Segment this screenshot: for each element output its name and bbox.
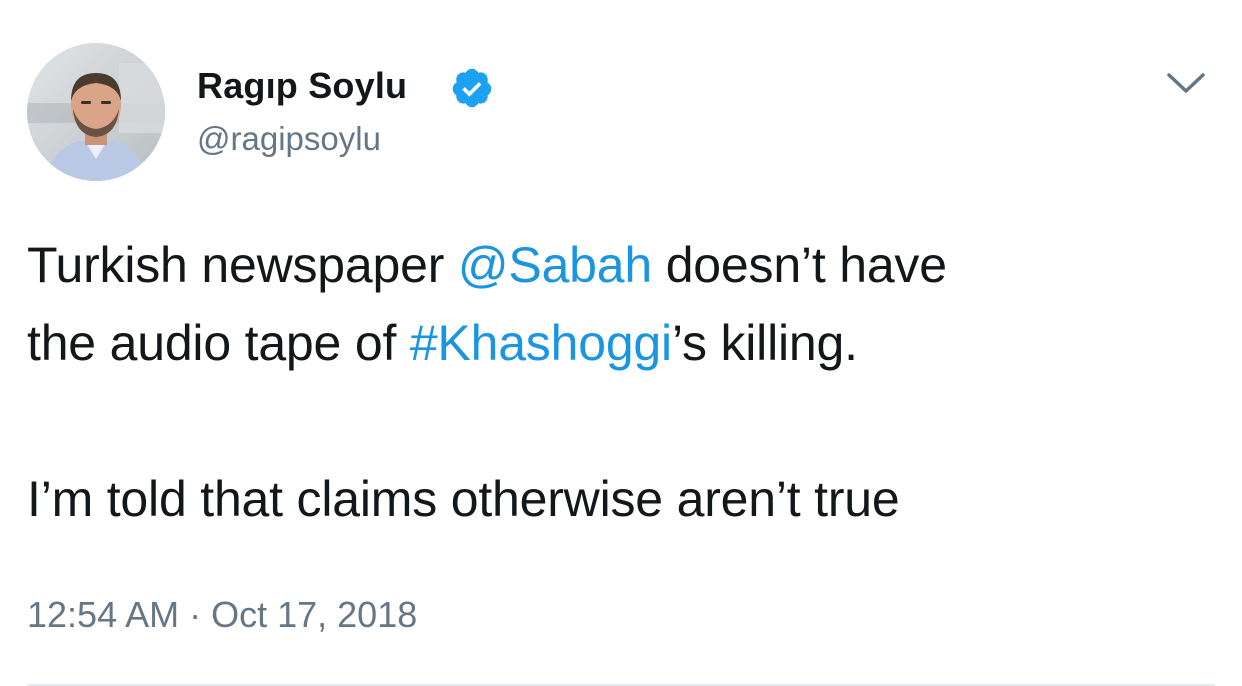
tweet-text-line: the audio tape of #Khashoggi’s killing. [27,304,1217,382]
tweet-text: Turkish newspaper @Sabah doesn’t have th… [27,226,1217,538]
text-segment: ’s killing. [671,315,858,371]
tweet-text-line: I’m told that claims otherwise aren’t tr… [27,471,900,527]
tweet-card: Ragıp Soylu @ragipsoylu Turkish newspape… [0,0,1242,686]
author-display-name[interactable]: Ragıp Soylu [197,64,407,108]
paragraph-break [27,382,1217,460]
tweet-time: 12:54 AM [27,594,180,635]
hashtag-link[interactable]: #Khashoggi [410,315,672,371]
text-segment: doesn’t have [652,237,947,293]
author-handle[interactable]: @ragipsoylu [197,118,381,160]
text-segment: the audio tape of [27,315,410,371]
chevron-down-icon[interactable] [1163,66,1209,100]
verified-badge-icon [452,68,492,108]
avatar[interactable] [27,43,165,181]
tweet-text-line: Turkish newspaper @Sabah doesn’t have [27,226,1217,304]
tweet-date: Oct 17, 2018 [211,594,418,635]
mention-link[interactable]: @Sabah [458,237,652,293]
tweet-timestamp[interactable]: 12:54 AM · Oct 17, 2018 [27,592,417,638]
text-segment: Turkish newspaper [27,237,458,293]
meta-separator: · [179,594,212,635]
